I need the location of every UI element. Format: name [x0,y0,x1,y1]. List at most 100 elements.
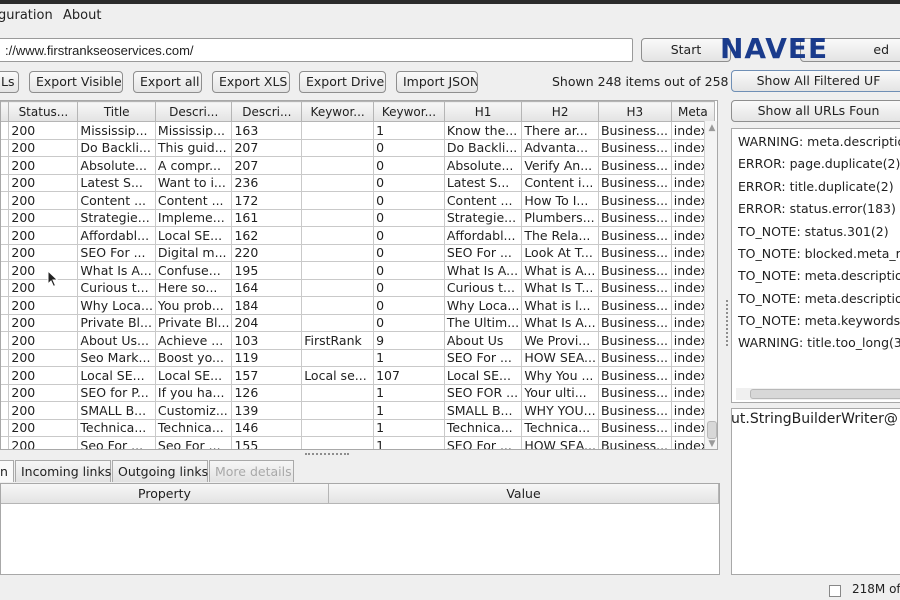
cell-title[interactable]: Seo For ... [77,436,156,449]
properties-table[interactable]: Property Value [0,483,720,575]
show-all-urls-found-button[interactable]: Show all URLs Foun [731,100,900,122]
cell-h3[interactable]: Business... [597,243,672,262]
cell-description-length[interactable]: 155 [231,436,303,449]
cell-h2[interactable]: Technica... [521,418,599,437]
cell-h2[interactable]: Verify An... [521,156,599,175]
cell-keywords[interactable] [301,121,375,140]
cell-keywords[interactable] [301,226,375,245]
start-button[interactable]: Start [641,38,731,62]
cell-description[interactable]: A compr... [154,156,233,175]
url-cell[interactable] [1,418,10,437]
issue-item[interactable]: ERROR: page.duplicate(2) [738,156,900,171]
cell-h1[interactable]: Strategie... [443,208,523,227]
cell-description[interactable]: Local SE... [154,226,233,245]
issue-item[interactable]: WARNING: title.too_long(32 [738,335,900,350]
cell-h1[interactable]: Do Backli... [443,138,523,157]
cell-status[interactable]: 200 [8,208,79,227]
cell-h3[interactable]: Business... [597,191,672,210]
url-cell[interactable] [1,191,10,210]
cell-title[interactable]: Seo Mark... [77,348,156,367]
cell-keywords-count[interactable]: 1 [373,348,445,367]
show-all-filtered-button[interactable]: Show All Filtered UF [731,70,900,92]
issue-item[interactable]: ERROR: title.duplicate(2) [738,179,894,194]
scroll-up-arrow-icon[interactable]: ▲ [707,123,717,133]
cell-status[interactable]: 200 [8,243,79,262]
property-column-header[interactable]: Property [1,484,329,504]
scrollbar-thumb[interactable] [707,421,717,439]
issue-item[interactable]: TO_NOTE: meta.description [738,268,900,283]
cell-keywords[interactable] [301,156,375,175]
table-row[interactable]: 200 Absolute... A compr... 207 0 Absolute... V… [1,156,716,175]
cell-description[interactable]: Want to i... [154,173,233,192]
cell-title[interactable]: Affordabl... [77,226,156,245]
cell-description[interactable]: Mississip... [154,121,233,140]
cell-title[interactable]: Mississip... [77,121,156,140]
cell-title[interactable]: SEO for P... [77,383,156,402]
tab-outgoing-links[interactable]: Outgoing links [112,460,208,482]
cell-description-length[interactable]: 195 [231,261,303,280]
cell-description[interactable]: Achieve ... [154,331,233,350]
cell-description-length[interactable]: 162 [231,226,303,245]
cell-h2[interactable]: Look At T... [521,243,599,262]
cell-keywords[interactable] [301,278,375,297]
cell-keywords[interactable]: Local se... [301,366,375,385]
url-cell[interactable] [1,313,10,332]
cell-title[interactable]: Strategie... [77,208,156,227]
cell-description[interactable]: Impleme... [154,208,233,227]
cell-description-length[interactable]: 184 [231,296,303,315]
cell-h2[interactable]: Your ulti... [521,383,599,402]
cell-status[interactable]: 200 [8,401,79,420]
cell-description[interactable]: Technica... [154,418,233,437]
cell-h1[interactable]: Know the... [443,121,523,140]
url-cell[interactable] [1,348,10,367]
cell-keywords-count[interactable]: 0 [373,138,445,157]
cell-h1[interactable]: SMALL B... [443,401,523,420]
cell-keywords-count[interactable]: 0 [373,226,445,245]
cell-title[interactable]: Latest S... [77,173,156,192]
url-cell[interactable] [1,121,10,140]
table-row[interactable]: 200 SEO For ... Digital m... 220 0 SEO For ..… [1,243,716,262]
issues-horizontal-scrollbar[interactable] [736,388,900,400]
cell-status[interactable]: 200 [8,331,79,350]
table-row[interactable]: 200 SMALL B... Customiz... 139 1 SMALL B... WH… [1,401,716,420]
cell-title[interactable]: What Is A... [77,261,156,280]
cell-keywords-count[interactable]: 107 [373,366,445,385]
cell-description-length[interactable]: 103 [231,331,303,350]
cell-status[interactable]: 200 [8,226,79,245]
cell-description-length[interactable]: 119 [231,348,303,367]
cell-h1[interactable]: What Is A... [443,261,523,280]
cell-title[interactable]: Curious t... [77,278,156,297]
cell-title[interactable]: Content ... [77,191,156,210]
cell-title[interactable]: Why Loca... [77,296,156,315]
cell-status[interactable]: 200 [8,278,79,297]
url-cell[interactable] [1,261,10,280]
cell-keywords[interactable]: FirstRank [301,331,375,350]
table-row[interactable]: 200 Strategie... Impleme... 161 0 Strategie..… [1,208,716,227]
url-cell[interactable] [1,243,10,262]
export-all-button[interactable]: Export all [133,71,202,93]
cell-h1[interactable]: Technica... [443,418,523,437]
cell-h1[interactable]: About Us [443,331,523,350]
issues-list[interactable]: WARNING: meta.description ERROR: page.du… [731,128,900,403]
table-row[interactable]: 200 Why Loca... You prob... 184 0 Why Loca...… [1,296,716,315]
column-header-keywords-count[interactable]: Keywor... [373,101,445,122]
cell-h1[interactable]: Curious t... [443,278,523,297]
cell-status[interactable]: 200 [8,173,79,192]
cell-h2[interactable]: There ar... [521,121,599,140]
cell-h3[interactable]: Business... [597,138,672,157]
cell-description-length[interactable]: 172 [231,191,303,210]
cell-title[interactable]: SEO For ... [77,243,156,262]
cell-h3[interactable]: Business... [597,313,672,332]
cell-h3[interactable]: Business... [597,331,672,350]
table-row[interactable]: 200 Local SE... Local SE... 157 Local se... 1… [1,366,716,385]
cell-description[interactable]: Customiz... [154,401,233,420]
table-vertical-scrollbar[interactable]: ▲ ▼ [704,121,717,449]
table-row[interactable]: 200 What Is A... Confuse... 195 0 What Is A..… [1,261,716,280]
cell-description[interactable]: You prob... [154,296,233,315]
issue-item[interactable]: TO_NOTE: meta.description [738,291,900,306]
cell-h2[interactable]: We Provi... [521,331,599,350]
cell-status[interactable]: 200 [8,383,79,402]
url-cell[interactable] [1,331,10,350]
cell-keywords-count[interactable]: 0 [373,296,445,315]
cell-keywords-count[interactable]: 1 [373,383,445,402]
